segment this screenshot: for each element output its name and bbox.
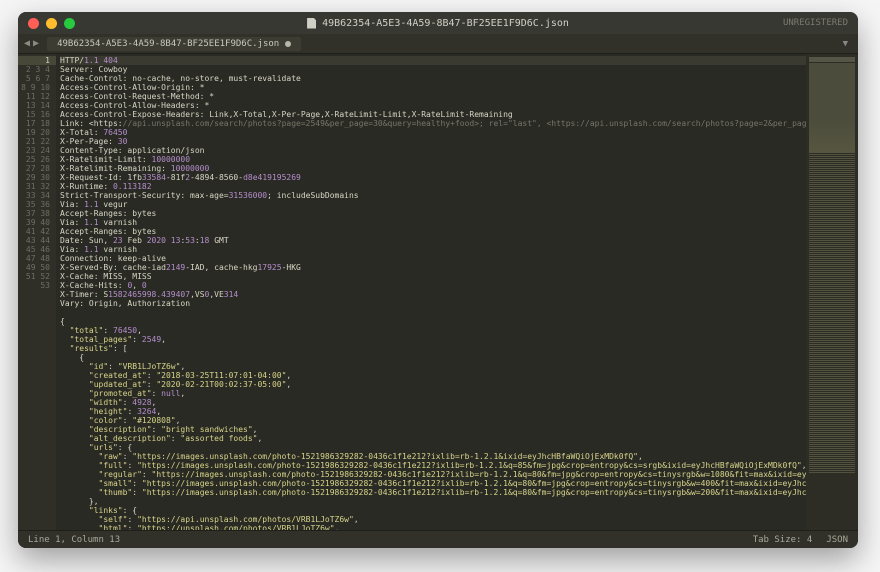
window-title: 49B62354-A5E3-4A59-8B47-BF25EE1F9D6C.jso… <box>18 18 858 29</box>
close-icon[interactable] <box>28 18 39 29</box>
editor-window: 49B62354-A5E3-4A59-8B47-BF25EE1F9D6C.jso… <box>18 12 858 548</box>
line-gutter: 1 2 3 4 5 6 7 8 9 10 11 12 13 14 15 16 1… <box>18 54 56 530</box>
status-bar: Line 1, Column 13 Tab Size: 4 JSON <box>18 530 858 548</box>
tab-dropdown-icon[interactable]: ▼ <box>839 39 852 49</box>
editor-area[interactable]: 1 2 3 4 5 6 7 8 9 10 11 12 13 14 15 16 1… <box>18 54 858 530</box>
maximize-icon[interactable] <box>64 18 75 29</box>
tab-label: 49B62354-A5E3-4A59-8B47-BF25EE1F9D6C.jso… <box>57 39 279 49</box>
nav-row: ◀ ▶ 49B62354-A5E3-4A59-8B47-BF25EE1F9D6C… <box>18 34 858 54</box>
window-filename: 49B62354-A5E3-4A59-8B47-BF25EE1F9D6C.jso… <box>322 18 569 29</box>
code-content[interactable]: HTTP/1.1 404 Server: Cowboy Cache-Contro… <box>56 54 806 530</box>
document-icon <box>307 18 316 29</box>
modified-dot-icon <box>285 41 291 47</box>
traffic-lights <box>28 18 75 29</box>
status-tabsize[interactable]: Tab Size: 4 <box>753 535 813 545</box>
tab-file[interactable]: 49B62354-A5E3-4A59-8B47-BF25EE1F9D6C.jso… <box>47 37 301 51</box>
titlebar: 49B62354-A5E3-4A59-8B47-BF25EE1F9D6C.jso… <box>18 12 858 34</box>
nav-forward-icon[interactable]: ▶ <box>33 38 39 49</box>
minimap[interactable] <box>806 54 858 530</box>
status-syntax[interactable]: JSON <box>826 535 848 545</box>
status-cursor[interactable]: Line 1, Column 13 <box>28 535 120 545</box>
registration-label: UNREGISTERED <box>783 18 848 28</box>
nav-back-icon[interactable]: ◀ <box>24 38 30 49</box>
minimize-icon[interactable] <box>46 18 57 29</box>
